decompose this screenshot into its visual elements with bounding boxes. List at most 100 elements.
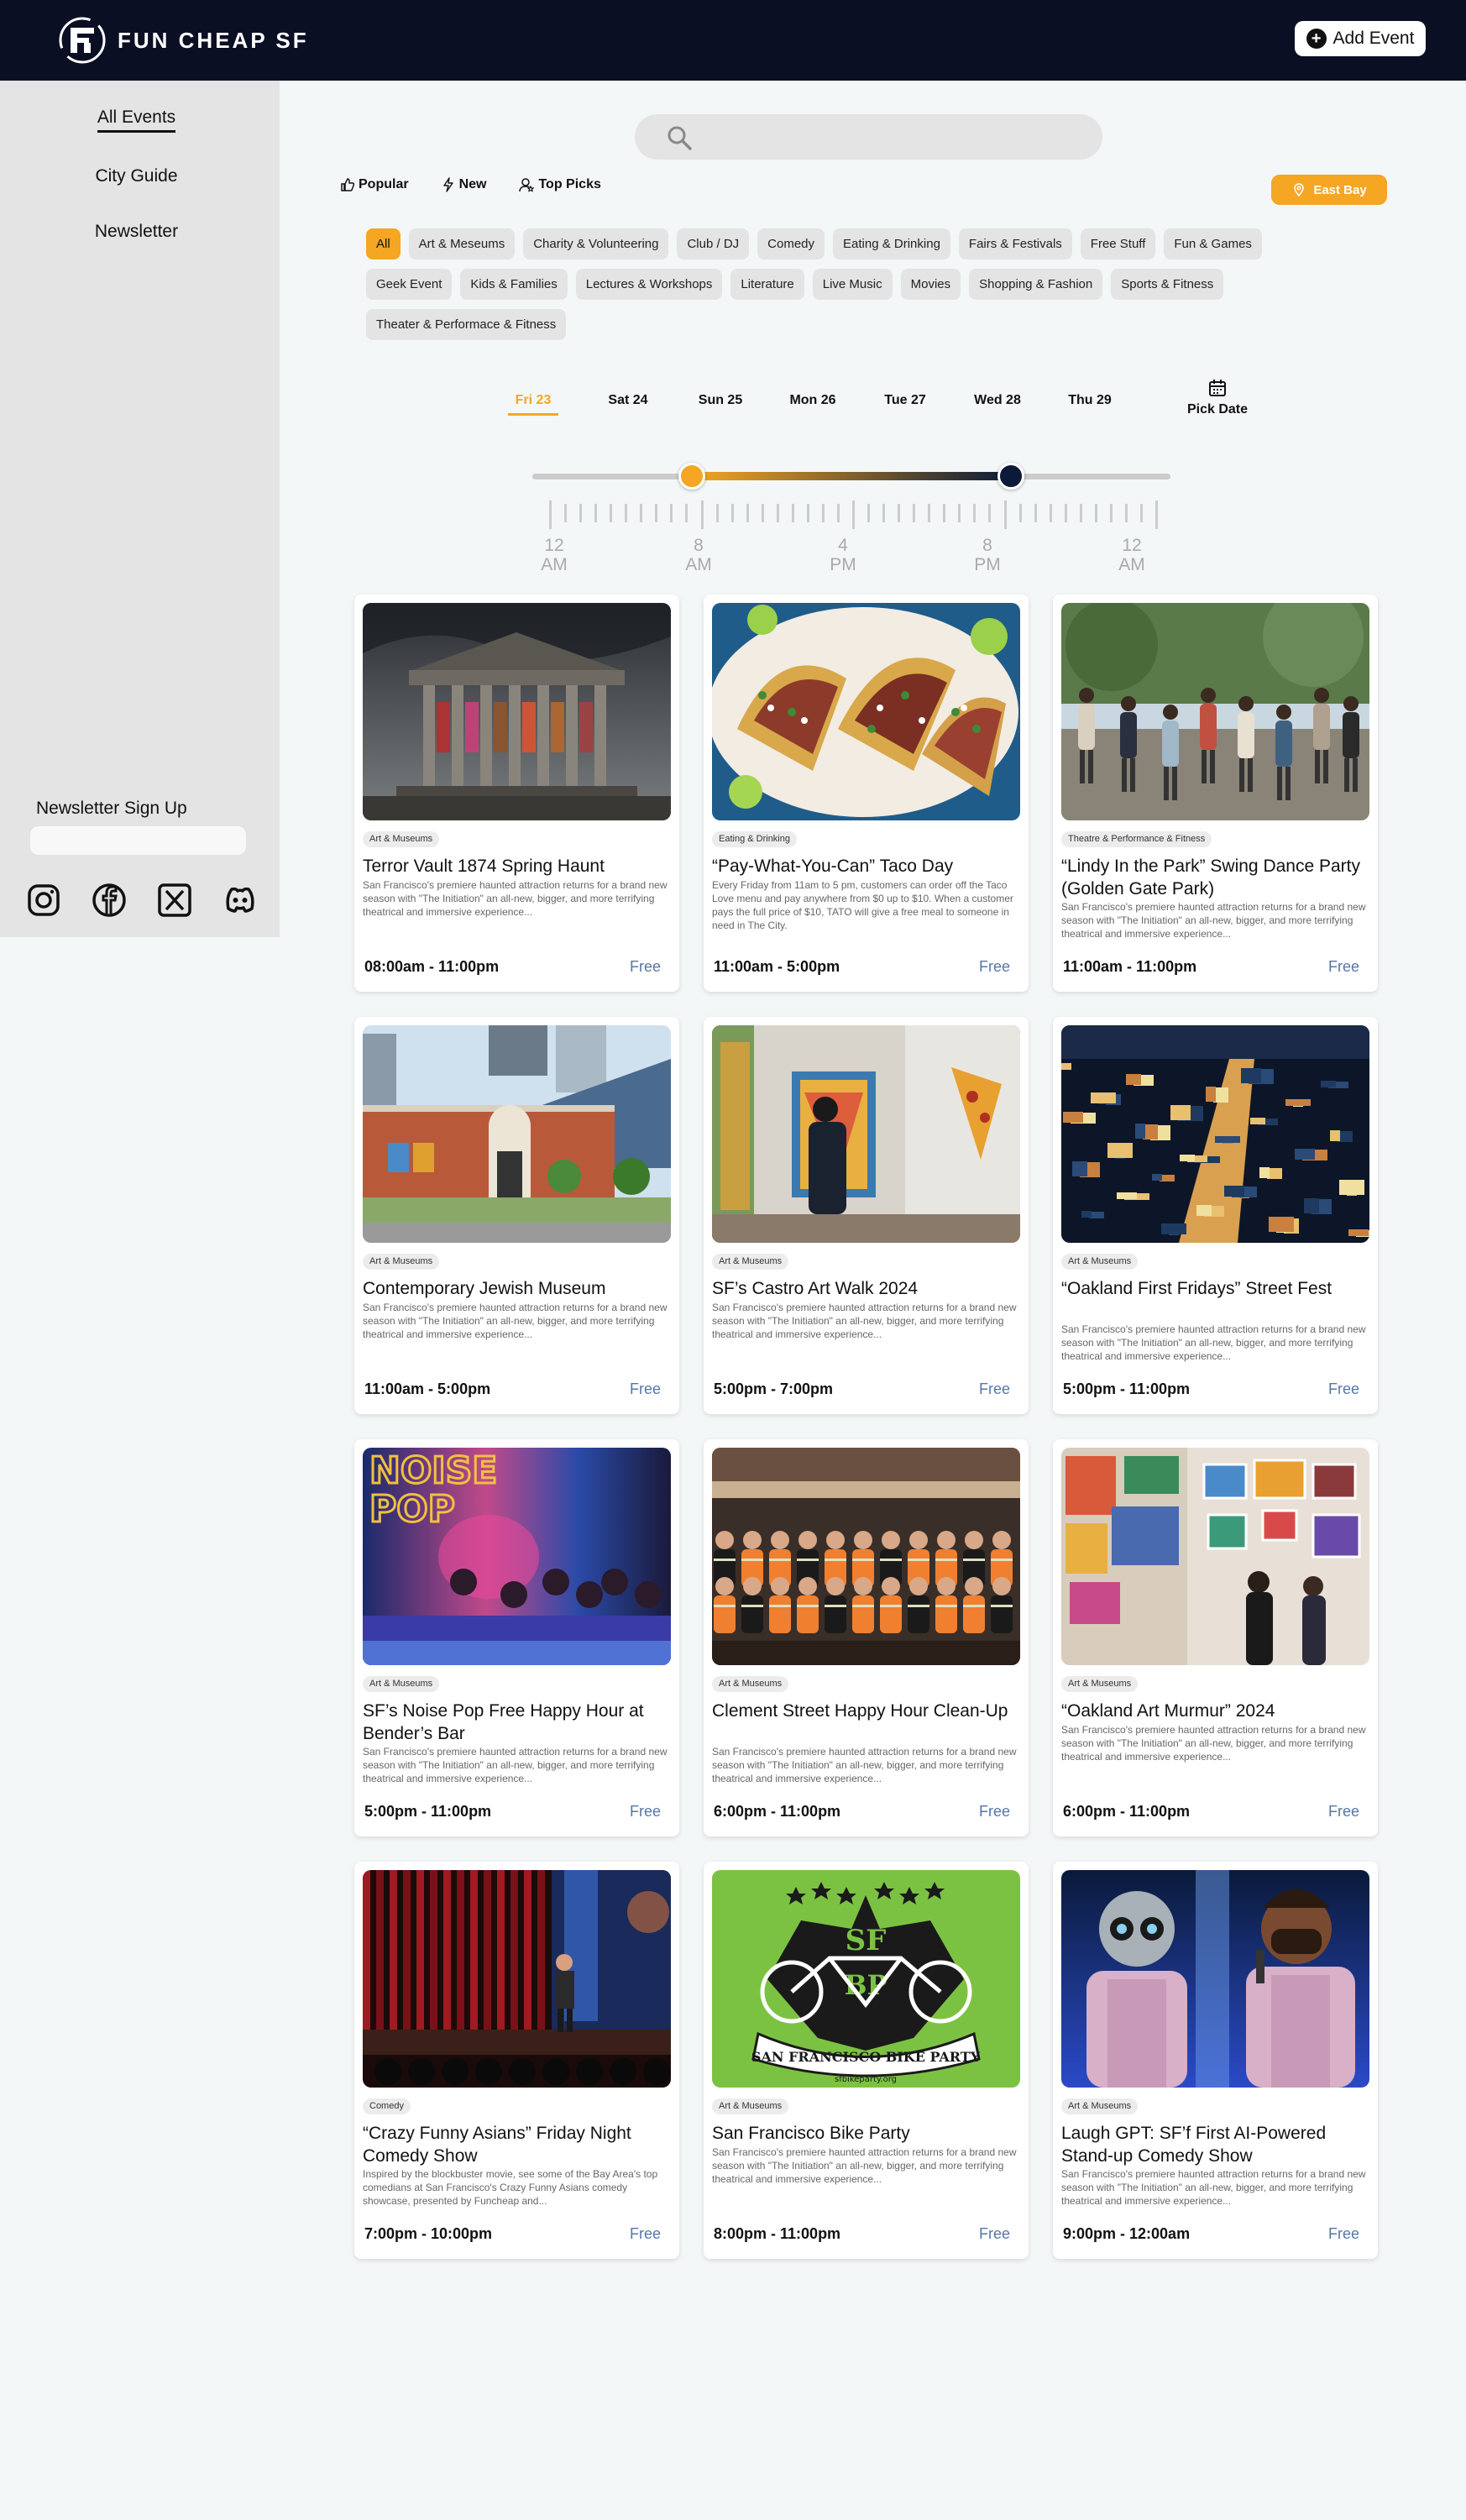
day-tab[interactable]: Thu 29 bbox=[1056, 393, 1123, 408]
category-chip[interactable]: Kids & Families bbox=[460, 269, 568, 300]
event-card[interactable]: Comedy “Crazy Funny Asians” Friday Night … bbox=[354, 1862, 679, 2259]
event-title[interactable]: “Oakland First Fridays” Street Fest bbox=[1061, 1277, 1374, 1300]
day-tab[interactable]: Sun 25 bbox=[687, 393, 754, 408]
facebook-icon[interactable] bbox=[91, 882, 128, 919]
event-card[interactable]: Art & Museums “Oakland First Fridays” Str… bbox=[1053, 1017, 1378, 1414]
event-image[interactable] bbox=[1061, 1870, 1369, 2088]
event-title[interactable]: Terror Vault 1874 Spring Haunt bbox=[363, 855, 675, 878]
category-chip[interactable]: Theater & Performace & Fitness bbox=[366, 309, 567, 340]
category-chip[interactable]: Live Music bbox=[812, 269, 893, 300]
event-card[interactable]: SF BP SAN FRANCISCO BIKE PARTY sfbikeparty.… bbox=[704, 1862, 1029, 2259]
event-title[interactable]: Laugh GPT: SF’f First AI-Powered Stand-u… bbox=[1061, 2122, 1374, 2167]
discord-icon[interactable] bbox=[222, 882, 259, 919]
event-card[interactable]: Art & Museums Laugh GPT: SF’f First AI-Po… bbox=[1053, 1862, 1378, 2259]
plus-icon: + bbox=[1306, 29, 1327, 49]
location-button[interactable]: East Bay bbox=[1271, 175, 1387, 205]
tab-new[interactable]: New bbox=[441, 176, 486, 193]
category-chip[interactable]: Geek Event bbox=[366, 269, 453, 300]
logo[interactable]: FUN CHEAP SF bbox=[59, 17, 309, 64]
x-icon[interactable] bbox=[156, 882, 193, 919]
slider-start-handle[interactable] bbox=[678, 463, 705, 490]
instagram-icon[interactable] bbox=[25, 882, 62, 919]
time-tick bbox=[685, 504, 688, 522]
tab-top-picks[interactable]: Top Picks bbox=[518, 176, 601, 193]
category-chip[interactable]: Art & Meseums bbox=[408, 228, 516, 259]
time-tick bbox=[1003, 500, 1007, 529]
event-image[interactable] bbox=[1061, 603, 1369, 820]
category-chip[interactable]: Club / DJ bbox=[677, 228, 750, 259]
category-chip[interactable]: All bbox=[366, 228, 401, 259]
event-description: San Francisco's premiere haunted attract… bbox=[363, 879, 668, 918]
time-tick bbox=[867, 504, 871, 522]
event-image[interactable]: SF BP SAN FRANCISCO BIKE PARTY sfbikeparty.… bbox=[712, 1870, 1020, 2088]
category-chip[interactable]: Fun & Games bbox=[1164, 228, 1262, 259]
sidebar-item-newsletter[interactable]: Newsletter bbox=[0, 222, 273, 242]
event-image[interactable] bbox=[1061, 1025, 1369, 1243]
time-range-slider[interactable] bbox=[532, 463, 1170, 490]
category-chip[interactable]: Charity & Volunteering bbox=[523, 228, 669, 259]
add-event-label: Add Event bbox=[1332, 29, 1415, 48]
time-tick bbox=[1049, 504, 1052, 522]
time-tick bbox=[625, 504, 628, 522]
event-card[interactable]: Art & Museums Terror Vault 1874 Spring Ha… bbox=[354, 595, 679, 992]
category-chip[interactable]: Eating & Drinking bbox=[833, 228, 950, 259]
add-event-button[interactable]: + Add Event bbox=[1295, 21, 1426, 56]
event-category-badge: Art & Museums bbox=[712, 2098, 789, 2114]
time-tick bbox=[715, 504, 719, 522]
event-card[interactable]: NOISE POP Art & Museums SF’s Noise Pop Free… bbox=[354, 1439, 679, 1836]
event-title[interactable]: SF’s Noise Pop Free Happy Hour at Bender… bbox=[363, 1700, 675, 1745]
day-tab[interactable]: Tue 27 bbox=[872, 393, 939, 408]
event-title[interactable]: San Francisco Bike Party bbox=[712, 2122, 1024, 2145]
logo-text: FUN CHEAP SF bbox=[118, 27, 309, 53]
category-chip[interactable]: Free Stuff bbox=[1080, 228, 1156, 259]
sidebar-item-all-events[interactable]: All Events bbox=[0, 107, 273, 133]
event-image[interactable] bbox=[363, 1025, 671, 1243]
category-chip[interactable]: Lectures & Workshops bbox=[575, 269, 723, 300]
category-chip[interactable]: Literature bbox=[730, 269, 804, 300]
event-title[interactable]: Contemporary Jewish Museum bbox=[363, 1277, 675, 1300]
event-card[interactable]: Art & Museums SF’s Castro Art Walk 2024 Sa… bbox=[704, 1017, 1029, 1414]
event-card[interactable]: Eating & Drinking “Pay-What-You-Can” Taco… bbox=[704, 595, 1029, 992]
tab-popular[interactable]: Popular bbox=[340, 176, 409, 193]
event-title[interactable]: “Oakland Art Murmur” 2024 bbox=[1061, 1700, 1374, 1722]
event-description: Inspired by the blockbuster movie, see s… bbox=[363, 2168, 658, 2207]
event-title[interactable]: “Lindy In the Park” Swing Dance Party (G… bbox=[1061, 855, 1374, 900]
event-title[interactable]: “Crazy Funny Asians” Friday Night Comedy… bbox=[363, 2122, 675, 2167]
category-chip[interactable]: Sports & Fitness bbox=[1111, 269, 1224, 300]
event-image[interactable] bbox=[712, 1025, 1020, 1243]
sidebar-item-city-guide[interactable]: City Guide bbox=[0, 166, 273, 186]
bike-party-banner-text: SAN FRANCISCO BIKE PARTY bbox=[751, 2049, 981, 2065]
day-tab[interactable]: Sat 24 bbox=[594, 393, 662, 408]
event-time: 11:00am - 5:00pm bbox=[364, 1380, 491, 1397]
day-tab[interactable]: Wed 28 bbox=[964, 393, 1031, 408]
day-tab[interactable]: Fri 23 bbox=[500, 393, 567, 416]
tick-meridiem: PM bbox=[974, 555, 1001, 574]
time-tick bbox=[1079, 504, 1082, 522]
newsletter-email-input[interactable] bbox=[30, 826, 246, 855]
event-card[interactable]: Art & Museums Contemporary Jewish Museum S… bbox=[354, 1017, 679, 1414]
category-chip[interactable]: Fairs & Festivals bbox=[958, 228, 1072, 259]
event-image[interactable] bbox=[712, 1448, 1020, 1665]
event-card[interactable]: Art & Museums Clement Street Happy Hour C… bbox=[704, 1439, 1029, 1836]
event-card[interactable]: Art & Museums “Oakland Art Murmur” 2024 Sa… bbox=[1053, 1439, 1378, 1836]
category-chip[interactable]: Movies bbox=[900, 269, 961, 300]
event-title[interactable]: SF’s Castro Art Walk 2024 bbox=[712, 1277, 1024, 1300]
event-title[interactable]: “Pay-What-You-Can” Taco Day bbox=[712, 855, 1024, 878]
event-category-badge: Comedy bbox=[363, 2098, 411, 2114]
category-chip[interactable]: Shopping & Fashion bbox=[969, 269, 1103, 300]
event-image[interactable] bbox=[712, 603, 1020, 820]
category-chip[interactable]: Comedy bbox=[757, 228, 825, 259]
event-category-badge: Art & Museums bbox=[712, 1676, 789, 1692]
search-bar[interactable] bbox=[635, 114, 1102, 160]
event-card[interactable]: Theatre & Performance & Fitness “Lindy In… bbox=[1053, 595, 1378, 992]
event-image[interactable] bbox=[363, 603, 671, 820]
slider-end-handle[interactable] bbox=[997, 463, 1024, 490]
event-image[interactable] bbox=[363, 1870, 671, 2088]
day-tab[interactable]: Mon 26 bbox=[779, 393, 846, 408]
event-image[interactable]: NOISE POP bbox=[363, 1448, 671, 1665]
event-description: San Francisco's premiere haunted attract… bbox=[363, 1302, 668, 1340]
pick-date-button[interactable]: Pick Date bbox=[1171, 378, 1264, 417]
event-title[interactable]: Clement Street Happy Hour Clean-Up bbox=[712, 1700, 1024, 1722]
time-tick bbox=[1064, 504, 1067, 522]
event-image[interactable] bbox=[1061, 1448, 1369, 1665]
